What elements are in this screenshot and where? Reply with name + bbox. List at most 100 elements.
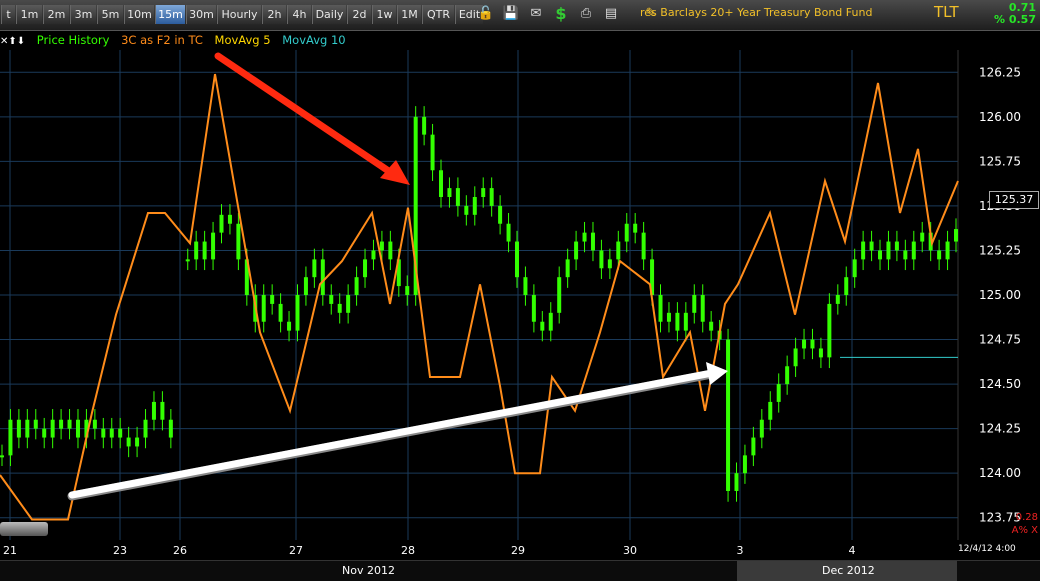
price-bar-body: [666, 312, 671, 322]
price-bar-body: [67, 419, 72, 429]
price-bar-body: [658, 295, 663, 322]
price-bar-body: [489, 188, 494, 206]
last-price-box: 125.37: [989, 191, 1039, 209]
price-bar-body: [835, 295, 840, 304]
price-bar-body: [785, 366, 790, 385]
price-bar-body: [329, 295, 334, 304]
price-bar-body: [303, 277, 308, 295]
price-bar-body: [481, 188, 486, 197]
price-bar-body: [742, 455, 747, 474]
y-tick-label: 124.75: [979, 333, 1021, 347]
price-bar-body: [261, 295, 266, 322]
price-bar-body: [616, 241, 621, 260]
price-bar-body: [886, 241, 891, 260]
price-bar-body: [219, 214, 224, 233]
price-bar-body: [894, 241, 899, 251]
price-bar-body: [709, 321, 714, 331]
price-bar-body: [464, 205, 469, 215]
price-bar-body: [346, 295, 351, 313]
price-bar-body: [227, 214, 232, 224]
price-bar-body: [143, 419, 148, 438]
y-tick-label: 126.25: [979, 65, 1021, 79]
price-bar-body: [590, 232, 595, 251]
red-arrow-head: [380, 160, 410, 185]
price-bar-body: [827, 303, 832, 358]
x-tick-label: 26: [173, 544, 187, 557]
price-bar-body: [869, 241, 874, 251]
price-bar-body: [852, 259, 857, 278]
price-bar-body: [810, 339, 815, 349]
white-arrow-head: [706, 362, 728, 385]
x-tick-label: 23: [113, 544, 127, 557]
red-arrow-shaft: [214, 52, 400, 180]
month-label-nov: Nov 2012: [342, 564, 395, 577]
price-bar-body: [937, 250, 942, 260]
price-bar-body: [768, 401, 773, 420]
price-bar-body: [599, 250, 604, 269]
price-bar-body: [565, 259, 570, 278]
price-bar-body: [447, 188, 452, 197]
price-bar-body: [945, 241, 950, 260]
price-bar-body: [920, 232, 925, 242]
price-bar-body: [523, 277, 528, 295]
price-bar-body: [776, 384, 781, 402]
indicator-line: [0, 73, 959, 521]
price-bar-body: [793, 348, 798, 367]
scroll-handle[interactable]: [0, 522, 48, 536]
price-bar-body: [692, 295, 697, 313]
price-bar-body: [337, 303, 342, 313]
price-bar-body: [295, 295, 300, 331]
price-bar-body: [135, 437, 140, 447]
price-bar-body: [844, 277, 849, 295]
price-bar-body: [126, 437, 131, 447]
price-bar-body: [548, 312, 553, 331]
price-bar-body: [160, 401, 165, 420]
price-bar-body: [878, 250, 883, 260]
price-bar-body: [202, 241, 207, 260]
price-bar-body: [75, 419, 80, 438]
price-bar-body: [540, 321, 545, 331]
indicator-flags: A% X: [1011, 525, 1038, 536]
price-bar-body: [270, 295, 275, 304]
price-bar-body: [194, 241, 199, 260]
price-bar-body: [861, 241, 866, 260]
price-bar-body: [363, 259, 368, 278]
x-tick-label: 30: [623, 544, 637, 557]
price-bar-body: [506, 223, 511, 242]
price-bar-body: [388, 241, 393, 260]
price-bar-body: [903, 250, 908, 260]
y-tick-label: 124.25: [979, 422, 1021, 436]
price-bar-body: [151, 401, 156, 420]
price-bar-body: [118, 428, 123, 438]
price-bar-body: [818, 348, 823, 358]
price-chart[interactable]: 126.25126.00125.75125.50125.25125.00124.…: [0, 0, 1040, 560]
price-bar-body: [557, 277, 562, 313]
price-bar-body: [25, 419, 30, 438]
price-bar-body: [574, 241, 579, 260]
price-bar-body: [455, 188, 460, 206]
price-bar-body: [185, 259, 190, 262]
price-bar-body: [683, 312, 688, 331]
timestamp: 12/4/12 4:00: [958, 544, 1016, 554]
price-bar-body: [472, 197, 477, 215]
price-bar-body: [287, 321, 292, 331]
x-tick-label: 3: [737, 544, 744, 557]
month-axis: Nov 2012 Dec 2012: [0, 560, 1040, 581]
price-bar-body: [109, 428, 114, 438]
price-bar-body: [633, 223, 638, 233]
price-bar-body: [700, 295, 705, 322]
price-bar-body: [734, 473, 739, 491]
month-label-dec: Dec 2012: [822, 564, 875, 577]
price-bar-body: [354, 277, 359, 295]
price-bar-body: [726, 339, 731, 491]
price-bar-body: [624, 223, 629, 242]
y-tick-label: 125.00: [979, 288, 1021, 302]
y-tick-label: 125.25: [979, 243, 1021, 257]
price-bar-body: [42, 428, 47, 438]
x-tick-label: 27: [289, 544, 303, 557]
price-bar-body: [911, 241, 916, 260]
price-bar-body: [312, 259, 317, 278]
price-bar-body: [278, 303, 283, 322]
price-bar-body: [514, 241, 519, 278]
price-bar-body: [33, 419, 38, 429]
